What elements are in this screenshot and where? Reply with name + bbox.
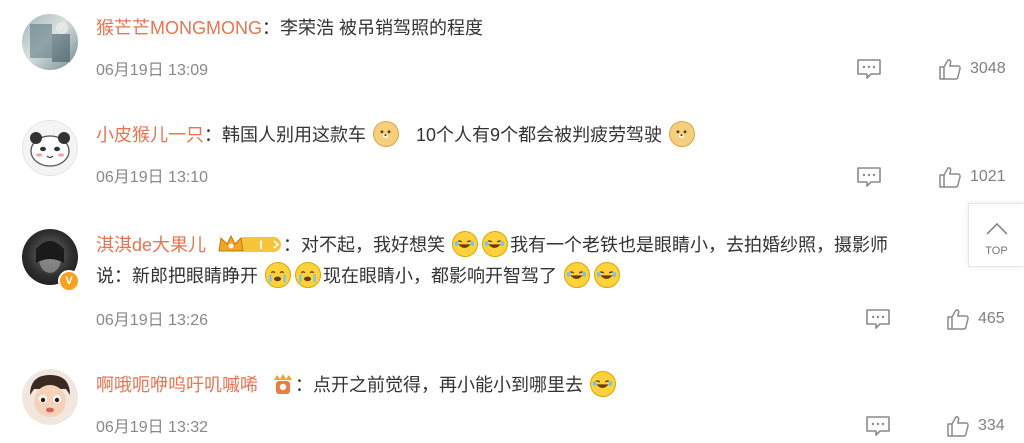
like-count: 334 — [978, 417, 1005, 434]
like-button[interactable]: 3048 — [938, 57, 1006, 81]
like-button[interactable]: 1021 — [938, 165, 1006, 189]
comment-text: 说：新郎把眼睛睁开 — [96, 266, 258, 286]
comment-icon[interactable] — [856, 57, 882, 86]
separator: ： — [283, 235, 302, 255]
separator: ： — [295, 375, 314, 395]
like-button[interactable]: 465 — [946, 307, 1005, 331]
comment-text: 对不起，我好想笑 — [301, 235, 446, 255]
comment-icon[interactable] — [856, 165, 882, 194]
chevron-up-icon — [985, 222, 1008, 235]
like-count: 3048 — [970, 60, 1006, 77]
comment-text: 我有一个老铁也是眼睛小，去拍婚纱照，摄影师 — [510, 235, 889, 255]
laugh-cry-emoji — [482, 231, 509, 257]
back-to-top-label: TOP — [985, 245, 1008, 257]
verified-badge: V — [58, 270, 80, 292]
like-button[interactable]: 334 — [946, 414, 1005, 438]
comment-date: 06月19日 13:32 — [96, 419, 209, 436]
back-to-top-button[interactable]: TOP — [968, 203, 1024, 267]
laugh-cry-emoji — [590, 371, 617, 397]
comment-text: 点开之前觉得，再小能小到哪里去 — [313, 375, 584, 395]
comment-date: 06月19日 13:10 — [96, 169, 209, 186]
avatar[interactable] — [22, 369, 78, 425]
comment-icon[interactable] — [865, 414, 891, 443]
laugh-cry-emoji — [452, 231, 479, 257]
thumbs-up-icon — [939, 59, 961, 80]
avatar[interactable] — [22, 120, 78, 176]
comment-date: 06月19日 13:26 — [96, 312, 209, 329]
member-crown-badge[interactable]: I — [217, 233, 283, 255]
svg-text:I: I — [259, 238, 262, 252]
comment-icon[interactable] — [865, 307, 891, 336]
username-link[interactable]: 猴芒芒MONGMONG — [96, 18, 262, 38]
thumbs-up-icon — [947, 309, 969, 330]
laugh-cry-emoji — [594, 262, 621, 288]
dog-emoji — [373, 121, 400, 147]
username-link[interactable]: 淇淇de大果儿 — [96, 235, 206, 255]
separator: ： — [204, 125, 222, 145]
dog-emoji — [669, 121, 696, 147]
laugh-cry-emoji — [564, 262, 591, 288]
like-count: 1021 — [970, 168, 1006, 185]
comment-text: 韩国人别用这款车 — [222, 125, 366, 145]
comment-text: 10个人有9个都会被判疲劳驾驶 — [416, 125, 663, 145]
cry-emoji — [265, 262, 292, 288]
comment-text: 李荣浩 被吊销驾照的程度 — [280, 18, 483, 38]
comment-text: 现在眼睛小，都影响开智驾了 — [323, 266, 558, 286]
username-link[interactable]: 啊哦呃咿呜吁叽嘁唏 — [96, 375, 258, 395]
fan-badge-icon[interactable] — [271, 372, 295, 396]
separator: ： — [262, 18, 280, 38]
thumbs-up-icon — [947, 416, 969, 437]
username-link[interactable]: 小皮猴儿一只 — [96, 125, 204, 145]
like-count: 465 — [978, 310, 1005, 327]
cry-emoji — [295, 262, 322, 288]
comment-date: 06月19日 13:09 — [96, 62, 209, 79]
thumbs-up-icon — [939, 167, 961, 188]
avatar[interactable] — [22, 14, 78, 70]
